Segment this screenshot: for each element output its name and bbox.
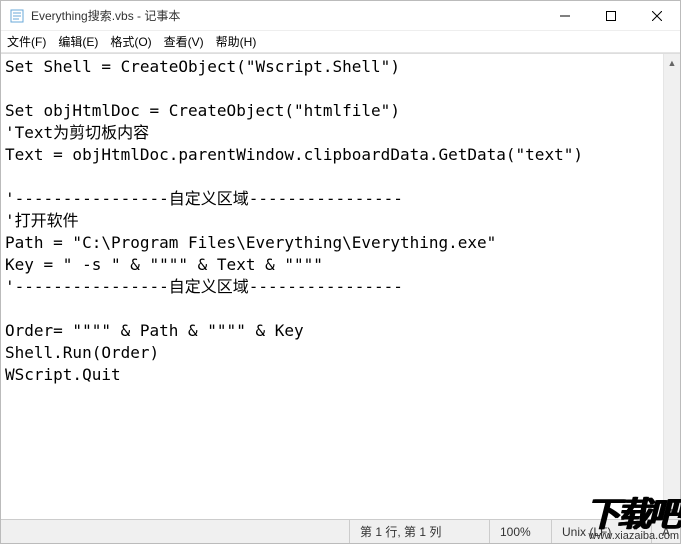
window-title: Everything搜索.vbs - 记事本 xyxy=(31,7,542,24)
vertical-scrollbar[interactable]: ▲ ▼ xyxy=(663,54,680,519)
code-line: Text = objHtmlDoc.parentWindow.clipboard… xyxy=(5,145,583,164)
menu-format[interactable]: 格式(O) xyxy=(110,33,151,50)
code-line: Key = " -s " & """" & Text & """" xyxy=(5,255,323,274)
code-line: Order= """" & Path & """" & Key xyxy=(5,321,304,340)
menu-help[interactable]: 帮助(H) xyxy=(216,33,257,50)
text-editor[interactable]: Set Shell = CreateObject("Wscript.Shell"… xyxy=(1,54,663,519)
window-controls xyxy=(542,1,680,30)
code-line: Shell.Run(Order) xyxy=(5,343,159,362)
content-area: Set Shell = CreateObject("Wscript.Shell"… xyxy=(1,53,680,519)
scroll-up-icon[interactable]: ▲ xyxy=(664,54,680,71)
title-bar[interactable]: Everything搜索.vbs - 记事本 xyxy=(1,1,680,31)
code-line: '----------------自定义区域---------------- xyxy=(5,189,403,208)
minimize-button[interactable] xyxy=(542,1,588,30)
code-line: 'Text为剪切板内容 xyxy=(5,123,149,142)
code-line: Path = "C:\Program Files\Everything\Ever… xyxy=(5,233,496,252)
code-line: Set Shell = CreateObject("Wscript.Shell"… xyxy=(5,57,400,76)
code-line: '----------------自定义区域---------------- xyxy=(5,277,403,296)
code-line: WScript.Quit xyxy=(5,365,121,384)
code-line: Set objHtmlDoc = CreateObject("htmlfile"… xyxy=(5,101,400,120)
menu-view[interactable]: 查看(V) xyxy=(164,33,204,50)
menu-edit[interactable]: 编辑(E) xyxy=(58,33,98,50)
scroll-down-icon[interactable]: ▼ xyxy=(664,502,680,519)
code-line: '打开软件 xyxy=(5,211,79,230)
status-zoom: 100% xyxy=(489,520,551,543)
close-button[interactable] xyxy=(634,1,680,30)
notepad-icon xyxy=(9,8,25,24)
maximize-button[interactable] xyxy=(588,1,634,30)
status-encoding: A xyxy=(651,520,680,543)
status-position: 第 1 行, 第 1 列 xyxy=(349,520,489,543)
notepad-window: Everything搜索.vbs - 记事本 文件(F) 编辑(E) 格式(O)… xyxy=(0,0,681,544)
status-bar: 第 1 行, 第 1 列 100% Unix (LF) A xyxy=(1,519,680,543)
status-eol: Unix (LF) xyxy=(551,520,651,543)
menu-file[interactable]: 文件(F) xyxy=(7,33,46,50)
menu-bar: 文件(F) 编辑(E) 格式(O) 查看(V) 帮助(H) xyxy=(1,31,680,53)
